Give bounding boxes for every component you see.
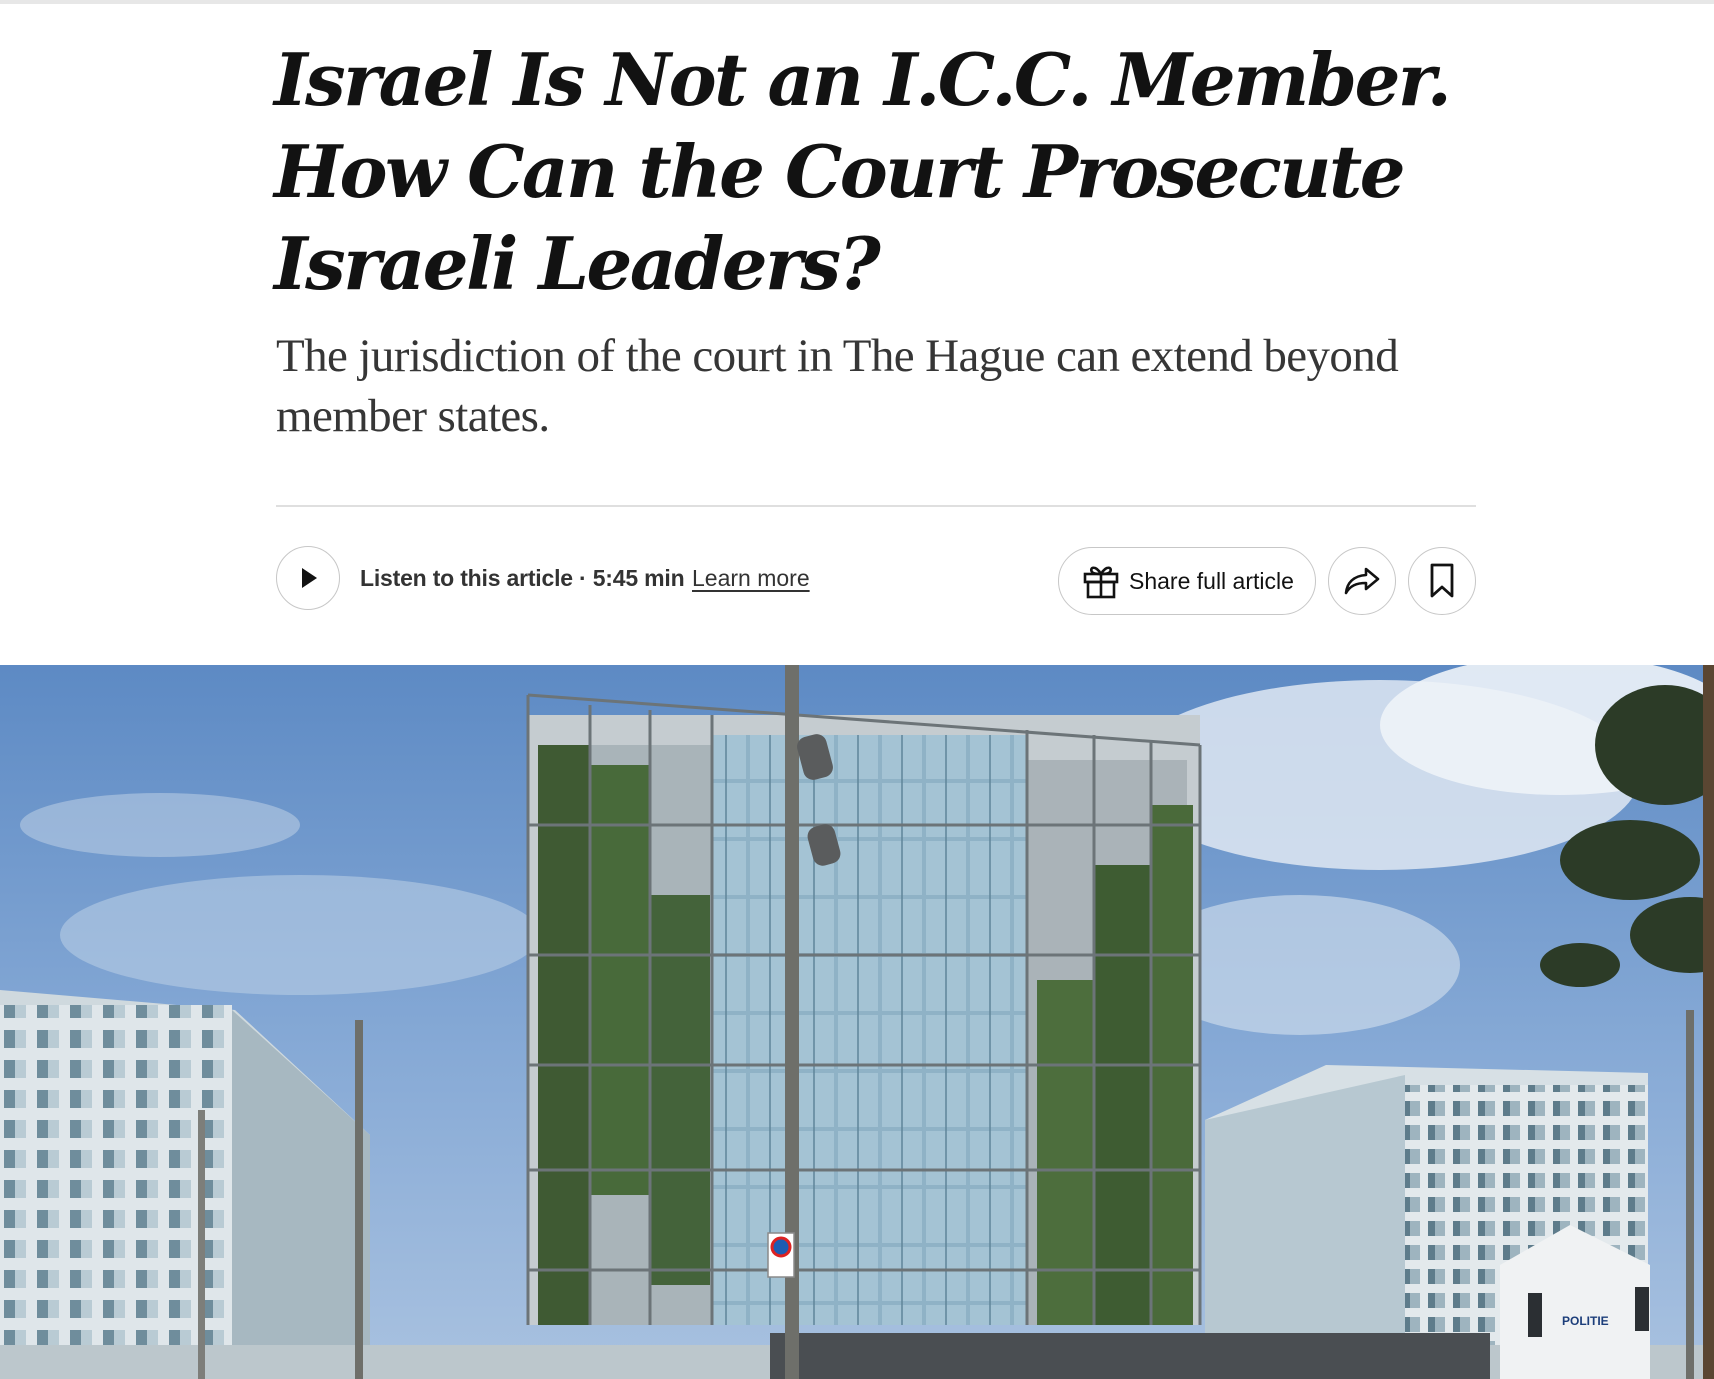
header-divider bbox=[276, 505, 1476, 507]
police-sign-text: POLITIE bbox=[1562, 1314, 1609, 1328]
learn-more-link[interactable]: Learn more bbox=[692, 563, 810, 593]
article-headline: Israel Is Not an I.C.C. Member. How Can … bbox=[274, 37, 1452, 306]
hero-image: POLITIE bbox=[0, 665, 1714, 1379]
bookmark-button[interactable] bbox=[1408, 547, 1476, 615]
gift-icon bbox=[1081, 561, 1121, 601]
play-audio-button[interactable] bbox=[276, 546, 340, 610]
play-icon bbox=[302, 568, 317, 588]
listen-label: Listen to this article · 5:45 min bbox=[360, 565, 685, 591]
share-button[interactable] bbox=[1328, 547, 1396, 615]
top-rule bbox=[0, 0, 1714, 4]
article-summary: The jurisdiction of the court in The Hag… bbox=[276, 330, 1399, 442]
share-arrow-icon bbox=[1344, 567, 1380, 595]
share-full-article-label: Share full article bbox=[1129, 567, 1294, 594]
share-full-article-button[interactable]: Share full article bbox=[1058, 547, 1316, 615]
bookmark-icon bbox=[1430, 563, 1454, 598]
